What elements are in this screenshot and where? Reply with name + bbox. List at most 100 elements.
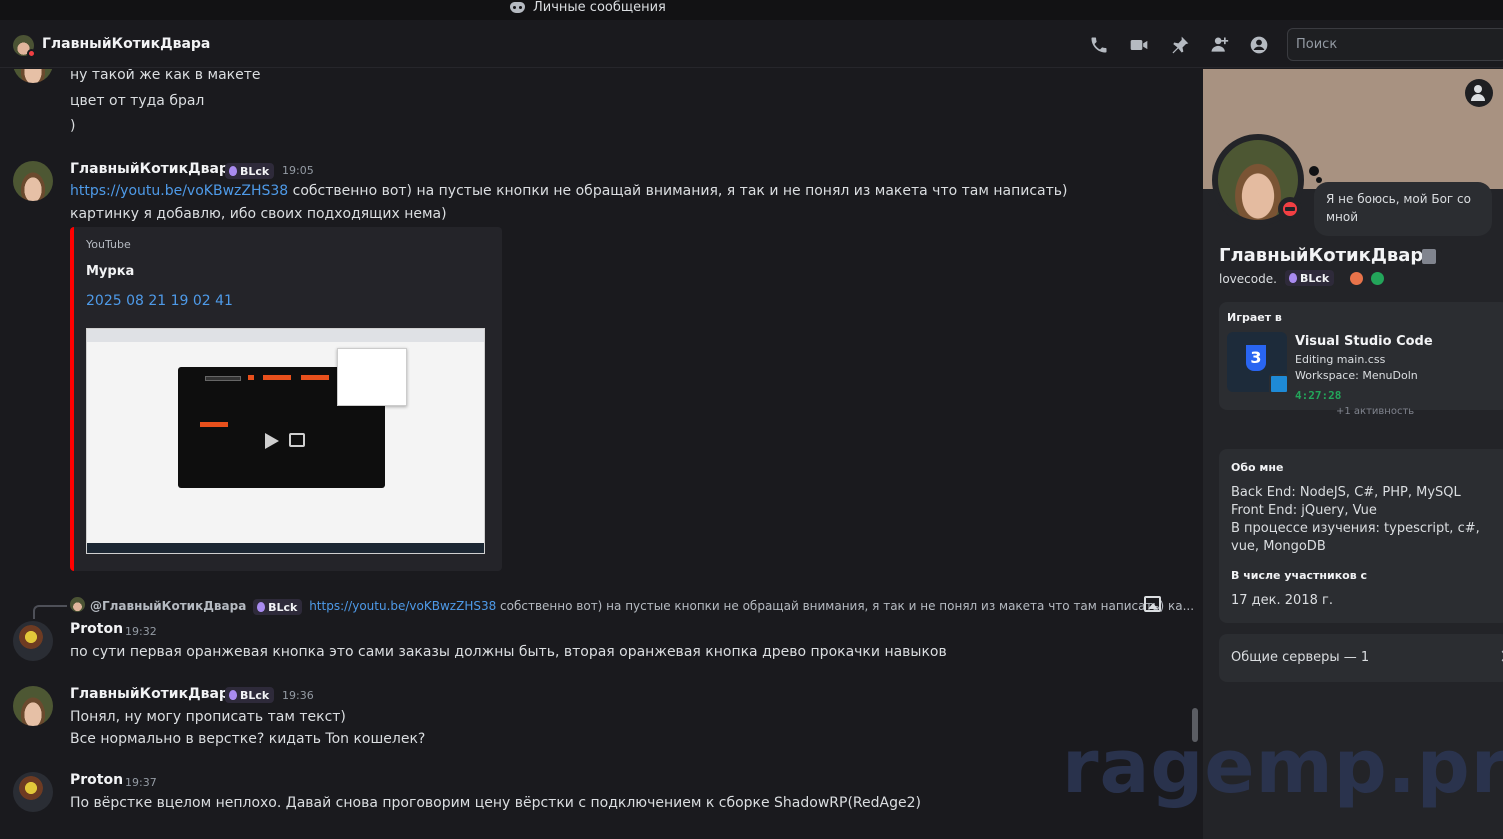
flame-icon [229,166,237,176]
tag-label: BLck [268,600,298,614]
dnd-status-icon [27,49,36,58]
message-author[interactable]: Proton [70,772,123,788]
message-text: ну такой же как в макете [70,69,261,83]
view-profile-icon[interactable] [1465,79,1493,107]
about-line: Back End: NodeJS, C#, PHP, MySQL [1231,485,1461,500]
server-tag-badge[interactable]: BLck [225,687,275,703]
message-text: Понял, ну могу прописать там текст) [70,709,346,725]
mockup-orange-button [200,422,228,427]
about-line: В процессе изучения: typescript, c#, vue… [1231,521,1480,554]
mockup-orange-button [301,375,329,380]
vscode-icon [1227,332,1289,394]
message-text: по сути первая оранжевая кнопка это сами… [70,644,947,660]
avatar[interactable] [13,161,53,201]
profile-display-name: ГлавныйКотикДвара [1219,245,1436,266]
message-author[interactable]: Proton [70,621,123,637]
avatar[interactable] [13,686,53,726]
embed-video-title-link[interactable]: 2025 08 21 19 02 41 [86,293,233,309]
bubble-dot [1316,177,1322,183]
add-friend-icon[interactable] [1209,35,1229,55]
about-heading: Обо мне [1231,461,1284,474]
play-icon[interactable] [265,433,279,449]
dm-recipient-name[interactable]: ГлавныйКотикДвара [42,36,210,52]
activity-details: Editing main.css [1295,353,1386,366]
custom-status-bubble: Я не боюсь, мой Бог со мной [1314,182,1492,236]
open-external-icon[interactable] [289,433,305,447]
voice-call-icon[interactable] [1089,35,1109,55]
flame-icon [229,690,237,700]
youtube-link[interactable]: https://youtu.be/voKBwzZHS38 [70,183,288,199]
server-tag-badge: BLck [253,599,303,615]
message-text: цвет от туда брал [70,93,205,109]
bubble-dot [1309,166,1319,176]
about-me-card: Обо мне Back End: NodeJS, C#, PHP, MySQL… [1219,449,1503,623]
member-since-date: 17 дек. 2018 г. [1231,593,1333,608]
reply-text-rest: собственно вот) на пустые кнопки не обра… [496,599,1195,613]
message-timestamp: 19:36 [282,689,314,702]
context-menu-preview [337,348,407,406]
message-text: ) [70,118,76,134]
image-icon [1144,596,1161,612]
message-timestamp: 19:05 [282,164,314,177]
flame-icon [257,602,266,612]
dm-header: ГлавныйКотикДвара [0,20,1503,68]
user-profile-icon[interactable] [1249,35,1269,55]
tag-label: BLck [1300,271,1330,285]
dnd-status-icon [1278,197,1302,221]
profile-username[interactable]: lovecode. [1219,272,1277,286]
profile-badge-icon[interactable] [1371,272,1384,285]
message-list[interactable]: ну такой же как в макете цвет от туда бр… [0,69,1203,839]
video-call-icon[interactable] [1129,35,1149,55]
mockup-dot [248,375,254,380]
message-timestamp: 19:37 [125,776,157,789]
search-input[interactable] [1287,28,1503,61]
message-text: Все нормально в верстке? кидать Ton коше… [70,731,426,747]
avatar[interactable] [13,772,53,812]
about-line: Front End: jQuery, Vue [1231,503,1377,518]
youtube-embed: YouTube Мурка 2025 08 21 19 02 41 [70,227,502,571]
avatar[interactable] [70,597,85,612]
activity-card: Играет в Visual Studio Code Editing main… [1219,302,1503,410]
mutual-servers-label: Общие серверы — 1 [1231,650,1370,665]
taskbar [87,543,484,553]
message-author[interactable]: ГлавныйКотикДвара [70,161,238,177]
video-thumbnail[interactable] [86,328,485,554]
pin-icon[interactable] [1170,35,1190,55]
reply-author[interactable]: @ГлавныйКотикДвара [90,599,246,613]
member-since-heading: В числе участников с [1231,569,1368,582]
flame-icon [1289,273,1297,283]
window-title: Личные сообщения [533,0,666,15]
embed-title[interactable]: Мурка [86,264,134,279]
watermark: ragemp.pro [1062,724,1503,810]
reply-link: https://youtu.be/voKBwzZHS38 [309,599,497,613]
tag-label: BLck [240,688,270,702]
avatar[interactable] [13,621,53,661]
message-text: По вёрстке вцелом неплохо. Давай снова п… [70,795,921,811]
activity-state: Workspace: MenuDoln [1295,369,1418,382]
message-text-rest: собственно вот) на пустые кнопки не обра… [288,183,1068,199]
browser-bar [87,329,484,342]
title-bar: Личные сообщения [0,0,1503,20]
reply-preview[interactable]: @ГлавныйКотикДвара BLck https://youtu.be… [90,597,1195,615]
message-text: картинку я добавлю, ибо своих подходящих… [70,206,447,222]
server-tag-badge[interactable]: BLck [1285,270,1335,286]
tag-label: BLck [240,164,270,178]
reply-connector [33,605,67,619]
discord-logo-icon [510,1,525,13]
embed-provider[interactable]: YouTube [86,238,131,251]
message-timestamp: 19:32 [125,625,157,638]
note-icon[interactable] [1422,249,1436,264]
server-tag-badge[interactable]: BLck [225,163,275,179]
chevron-right-icon [1497,650,1503,662]
mutual-servers-button[interactable]: Общие серверы — 1 [1219,634,1503,682]
activity-app: Visual Studio Code [1295,334,1433,349]
mockup-search [205,376,241,381]
activity-label: Играет в [1227,311,1282,324]
activity-elapsed: 4:27:28 [1295,389,1342,402]
message-text: https://youtu.be/voKBwzZHS38 собственно … [70,183,1068,199]
more-activities-link[interactable]: +1 активность [1336,406,1414,417]
avatar[interactable] [13,69,53,83]
message-author[interactable]: ГлавныйКотикДвара [70,686,238,702]
profile-badge-icon[interactable] [1350,272,1363,285]
mockup-orange-button [263,375,291,380]
